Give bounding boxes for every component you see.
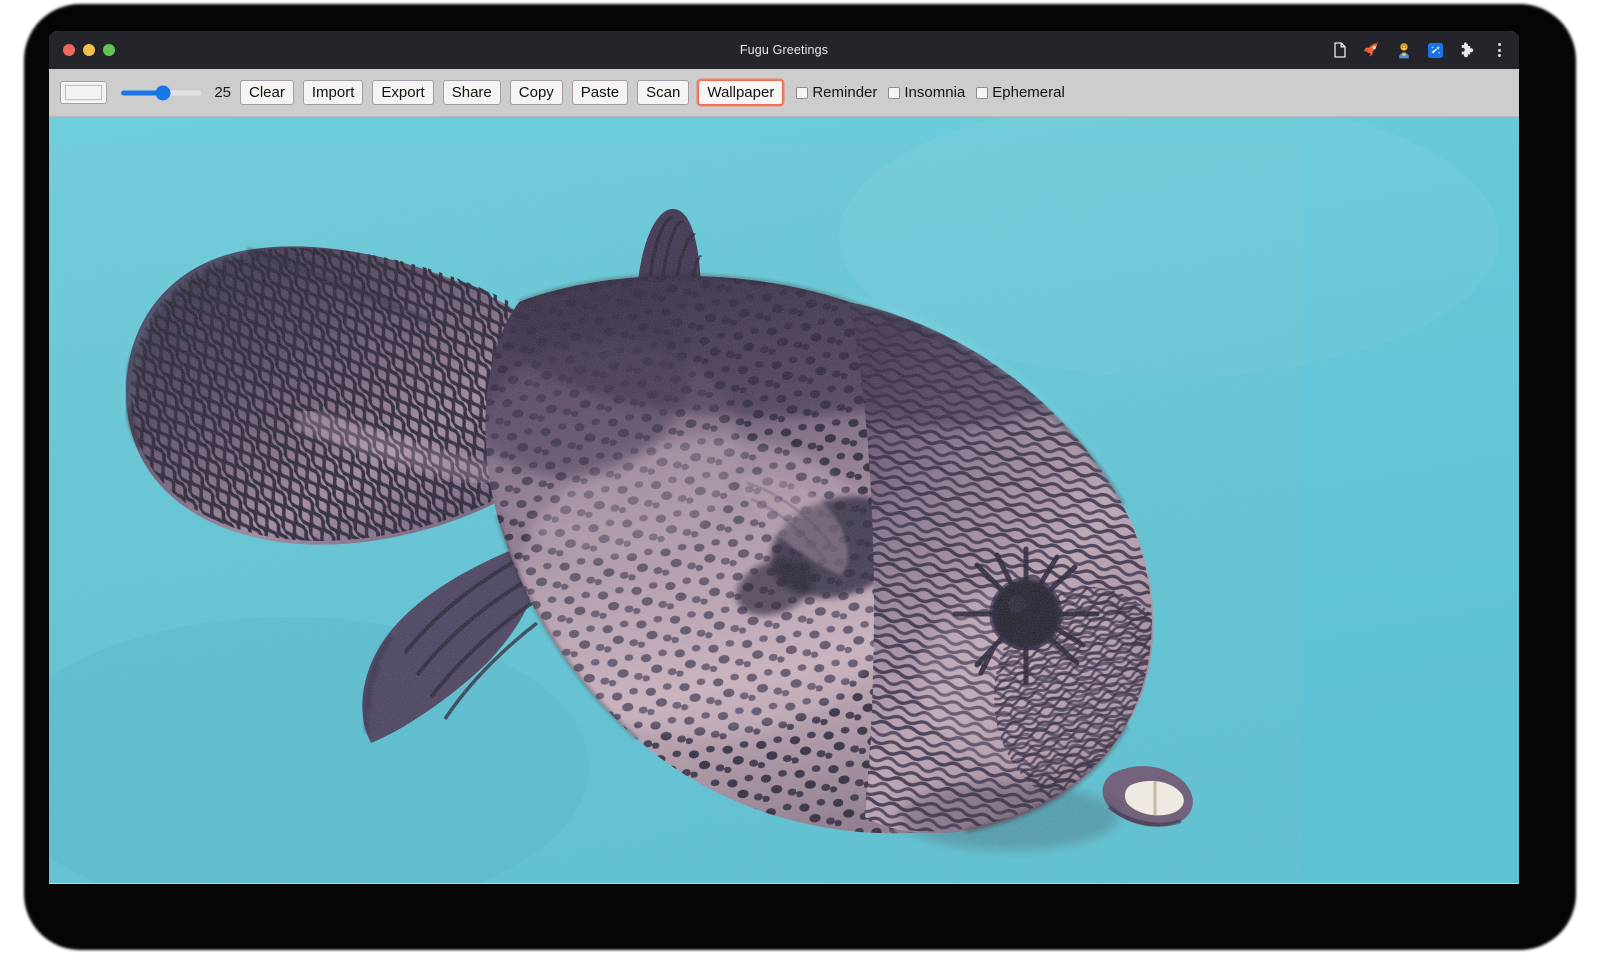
clear-button[interactable]: Clear bbox=[240, 80, 294, 105]
page-root: Fugu Greetings bbox=[0, 0, 1600, 962]
titlebar-actions bbox=[1330, 41, 1509, 60]
title-bar: Fugu Greetings bbox=[49, 31, 1519, 69]
minimize-window-button[interactable] bbox=[83, 44, 95, 56]
app-toolbar: 25 Clear Import Export Share Copy Paste … bbox=[49, 69, 1519, 117]
import-button[interactable]: Import bbox=[303, 80, 364, 105]
color-picker-swatch bbox=[65, 85, 102, 100]
reminder-checkbox-group[interactable]: Reminder bbox=[796, 84, 877, 101]
traffic-light-controls bbox=[63, 44, 115, 56]
person-avatar-icon[interactable] bbox=[1394, 41, 1413, 60]
page-document-icon[interactable] bbox=[1330, 41, 1349, 60]
insomnia-checkbox[interactable] bbox=[888, 87, 900, 99]
insomnia-checkbox-group[interactable]: Insomnia bbox=[888, 84, 965, 101]
window-title: Fugu Greetings bbox=[49, 43, 1519, 57]
line-width-slider[interactable] bbox=[121, 82, 201, 104]
scan-button[interactable]: Scan bbox=[637, 80, 689, 105]
blue-sparkle-icon[interactable] bbox=[1426, 41, 1445, 60]
export-button[interactable]: Export bbox=[372, 80, 433, 105]
drawing-canvas[interactable] bbox=[49, 117, 1519, 883]
reminder-checkbox[interactable] bbox=[796, 87, 808, 99]
insomnia-label: Insomnia bbox=[904, 84, 965, 101]
browser-window: Fugu Greetings bbox=[49, 31, 1519, 884]
copy-button[interactable]: Copy bbox=[510, 80, 563, 105]
share-button[interactable]: Share bbox=[443, 80, 501, 105]
ephemeral-checkbox-group[interactable]: Ephemeral bbox=[976, 84, 1065, 101]
color-picker-input[interactable] bbox=[60, 81, 107, 104]
ephemeral-label: Ephemeral bbox=[992, 84, 1065, 101]
close-window-button[interactable] bbox=[63, 44, 75, 56]
slider-thumb[interactable] bbox=[155, 85, 170, 100]
wallpaper-button[interactable]: Wallpaper bbox=[698, 80, 783, 105]
overflow-menu-icon[interactable] bbox=[1491, 41, 1507, 60]
reminder-label: Reminder bbox=[812, 84, 877, 101]
paste-button[interactable]: Paste bbox=[572, 80, 628, 105]
ephemeral-checkbox[interactable] bbox=[976, 87, 988, 99]
puzzle-piece-icon[interactable] bbox=[1458, 41, 1477, 60]
rocket-extension-icon[interactable] bbox=[1362, 41, 1381, 60]
slider-value-label: 25 bbox=[212, 84, 231, 101]
maximize-window-button[interactable] bbox=[103, 44, 115, 56]
